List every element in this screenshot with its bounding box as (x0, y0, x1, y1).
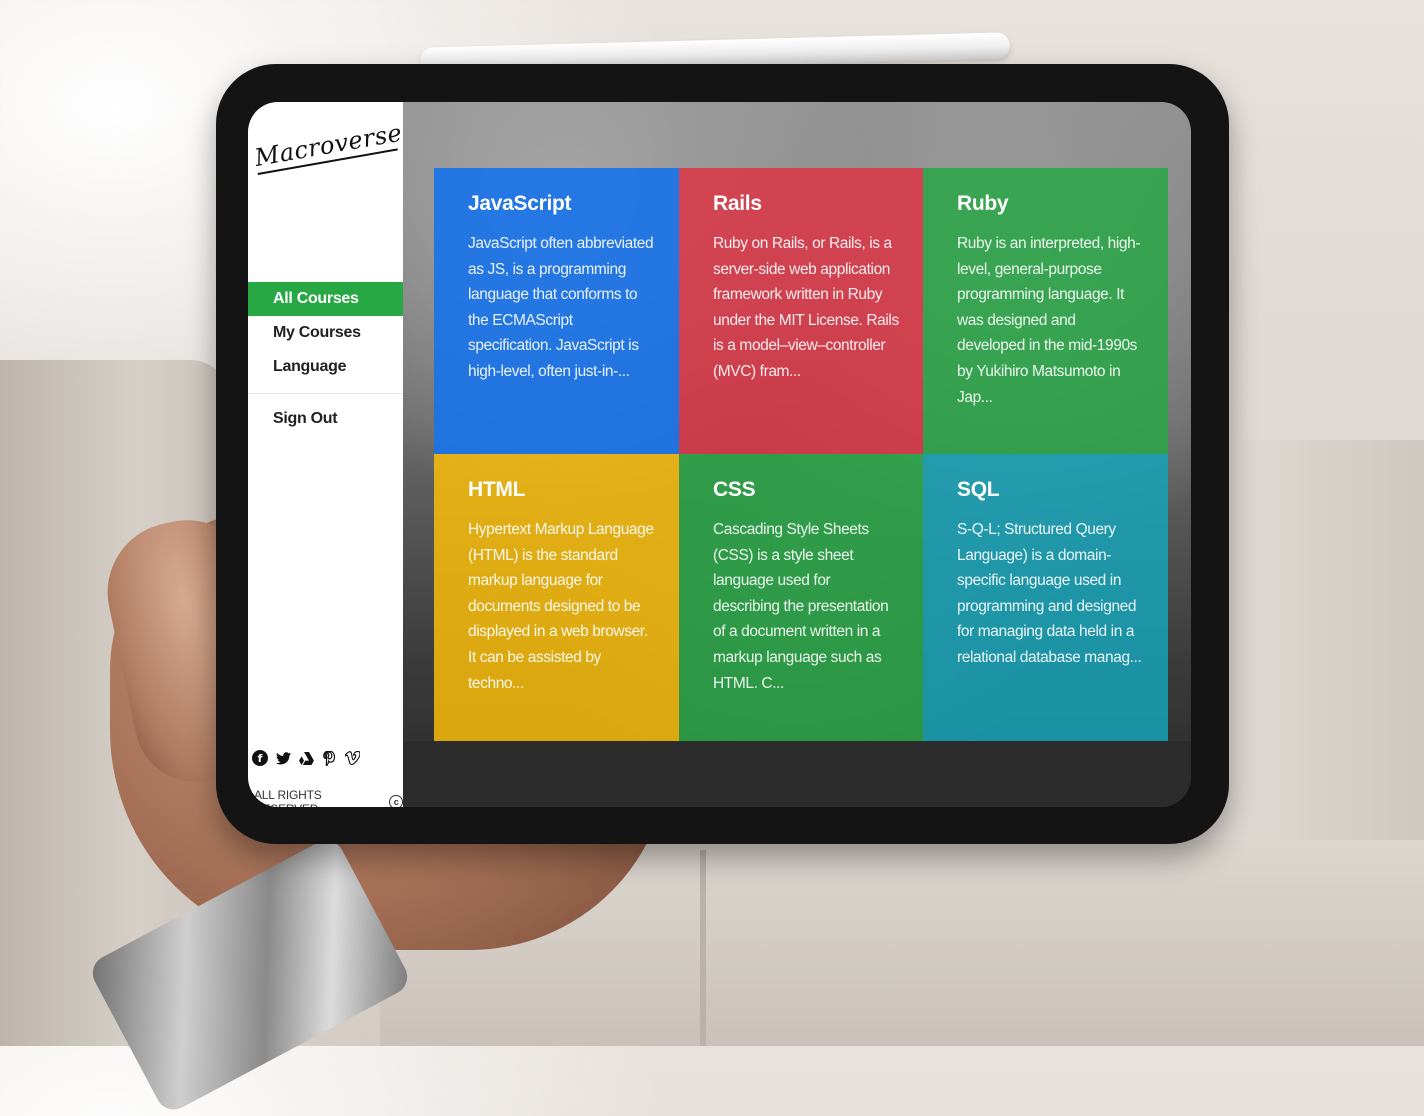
copyright-icon: c (389, 795, 403, 807)
course-title: CSS (713, 478, 756, 501)
course-title: JavaScript (468, 192, 572, 215)
course-title: Rails (713, 192, 762, 215)
course-card-css[interactable]: CSS Cascading Style Sheets (CSS) is a st… (679, 454, 923, 741)
course-card-rails[interactable]: Rails Ruby on Rails, or Rails, is a serv… (679, 168, 923, 454)
nav-item-language[interactable]: Language (248, 350, 403, 384)
sign-out-link[interactable]: Sign Out (248, 402, 403, 436)
course-title: Ruby (957, 192, 1009, 215)
social-links: f (252, 750, 360, 766)
vimeo-icon[interactable] (344, 750, 360, 766)
nav-item-my-courses[interactable]: My Courses (248, 316, 403, 350)
rights-text: ALL RIGHTS RESERVED (254, 788, 322, 807)
course-card-sql[interactable]: SQL S-Q-L; Structured Query Language) is… (923, 454, 1168, 741)
course-grid: JavaScript JavaScript often abbreviated … (434, 168, 1168, 741)
course-title: HTML (468, 478, 526, 501)
course-description: Ruby is an interpreted, high-level, gene… (957, 235, 1141, 406)
nav-divider (248, 393, 403, 394)
facebook-icon[interactable]: f (252, 750, 268, 766)
course-description: Hypertext Markup Language (HTML) is the … (468, 521, 654, 692)
background-sofa-seam (700, 850, 706, 1046)
app-logo[interactable]: Macroverse (252, 119, 404, 175)
tablet-screen: Macroverse All Courses My Courses Langua… (248, 102, 1191, 807)
course-description: JavaScript often abbreviated as JS, is a… (468, 235, 654, 380)
footer-rights: ALL RIGHTS RESERVED c (254, 788, 403, 807)
sidebar: Macroverse All Courses My Courses Langua… (248, 102, 404, 807)
course-title: SQL (957, 478, 1000, 501)
sidebar-nav: All Courses My Courses Language Sign Out (248, 282, 403, 436)
content-bottom-strip (403, 741, 1191, 807)
course-card-javascript[interactable]: JavaScript JavaScript often abbreviated … (434, 168, 679, 454)
google-drive-icon[interactable] (298, 750, 314, 766)
course-description: S-Q-L; Structured Query Language) is a d… (957, 521, 1142, 666)
course-description: Ruby on Rails, or Rails, is a server-sid… (713, 235, 899, 380)
course-card-html[interactable]: HTML Hypertext Markup Language (HTML) is… (434, 454, 679, 741)
course-description: Cascading Style Sheets (CSS) is a style … (713, 521, 889, 692)
course-card-ruby[interactable]: Ruby Ruby is an interpreted, high-level,… (923, 168, 1168, 454)
pinterest-icon[interactable] (321, 750, 337, 766)
nav-item-all-courses[interactable]: All Courses (248, 282, 403, 316)
twitter-icon[interactable] (275, 750, 291, 766)
